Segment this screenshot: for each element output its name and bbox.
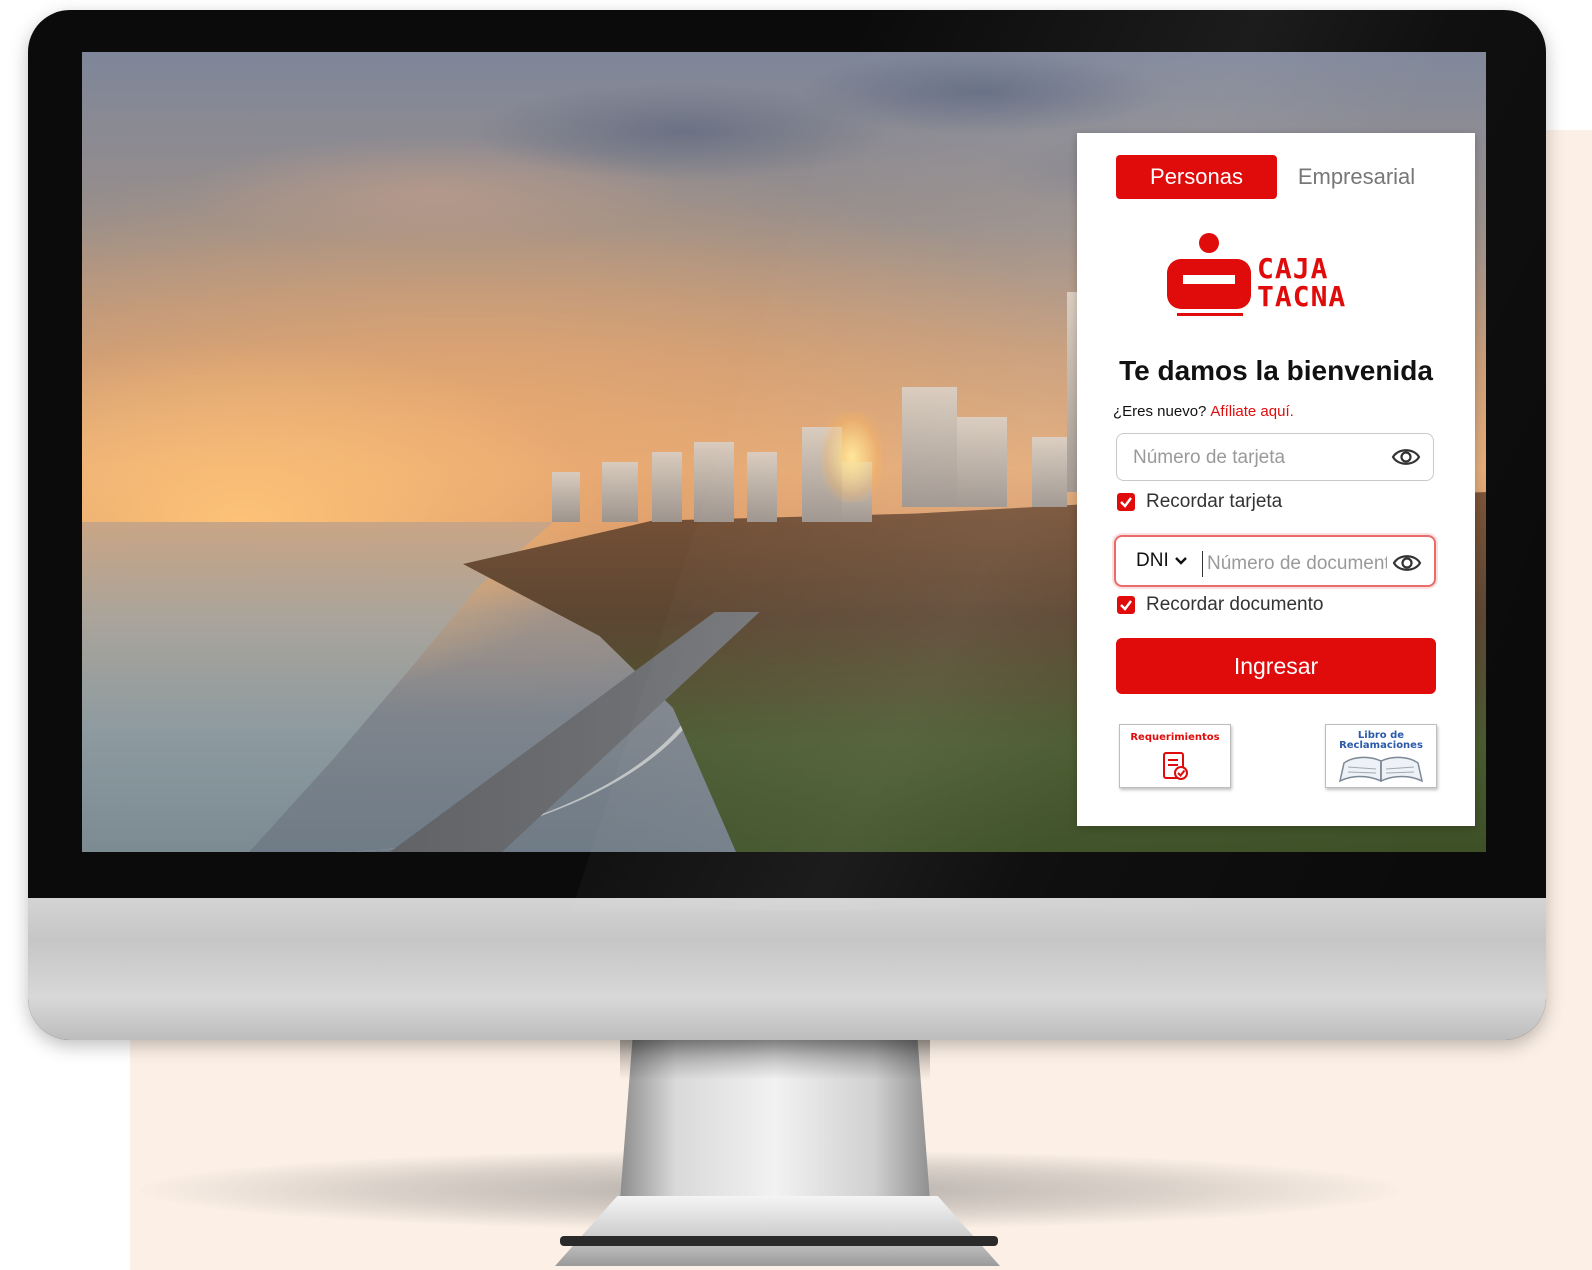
eye-icon[interactable]	[1391, 444, 1421, 470]
new-user-text: ¿Eres nuevo?	[1113, 403, 1207, 420]
document-check-icon	[1163, 752, 1188, 780]
complaints-book-button[interactable]: Libro de Reclamaciones	[1325, 724, 1437, 788]
open-book-icon	[1338, 756, 1424, 783]
remember-document-checkbox[interactable]: Recordar documento	[1117, 594, 1323, 616]
document-field: DNI	[1114, 535, 1436, 587]
building	[652, 452, 682, 522]
remember-card-label: Recordar tarjeta	[1146, 491, 1283, 512]
remember-document-label: Recordar documento	[1146, 594, 1324, 615]
requirements-label: Requerimientos	[1130, 732, 1220, 743]
logo-text-line1: CAJA	[1257, 252, 1329, 285]
document-number-input[interactable]	[1202, 551, 1389, 577]
monitor-stand-shadow	[620, 1040, 930, 1080]
logo-text-line2: TACNA	[1257, 280, 1347, 313]
building	[552, 472, 580, 522]
new-user-prompt: ¿Eres nuevo? Afíliate aquí.	[1113, 403, 1294, 420]
complaints-book-label-line2: Reclamaciones	[1339, 740, 1423, 751]
caja-tacna-logo-text: CAJA TACNA	[1257, 255, 1346, 311]
card-number-input[interactable]	[1131, 434, 1375, 482]
checkmark-icon	[1117, 493, 1135, 511]
tab-empresarial[interactable]: Empresarial	[1277, 155, 1436, 199]
tab-personas[interactable]: Personas	[1116, 155, 1277, 199]
monitor-stand-edge	[560, 1236, 998, 1246]
monitor-chin	[28, 898, 1546, 1040]
caja-tacna-logo-mark	[1167, 233, 1251, 316]
monitor-stand-foot	[555, 1196, 1000, 1266]
checkmark-icon	[1117, 596, 1135, 614]
welcome-title: Te damos la bienvenida	[1119, 355, 1433, 386]
login-button[interactable]: Ingresar	[1116, 638, 1436, 694]
building	[602, 462, 638, 522]
card-number-field	[1116, 433, 1434, 482]
eye-icon[interactable]	[1392, 550, 1422, 576]
chevron-down-icon	[1174, 554, 1187, 569]
document-type-value: DNI	[1136, 550, 1169, 571]
login-tabs: Personas Empresarial	[1116, 155, 1436, 199]
affiliate-link[interactable]: Afíliate aquí.	[1210, 403, 1293, 420]
login-card: Personas Empresarial CAJA TACNA Te damos…	[1077, 133, 1475, 826]
requirements-button[interactable]: Requerimientos	[1119, 724, 1231, 788]
document-type-select[interactable]: DNI	[1136, 537, 1187, 585]
complaints-book-label: Libro de Reclamaciones	[1326, 731, 1436, 751]
caja-tacna-logo: CAJA TACNA	[1165, 233, 1395, 319]
remember-card-checkbox[interactable]: Recordar tarjeta	[1117, 491, 1282, 513]
